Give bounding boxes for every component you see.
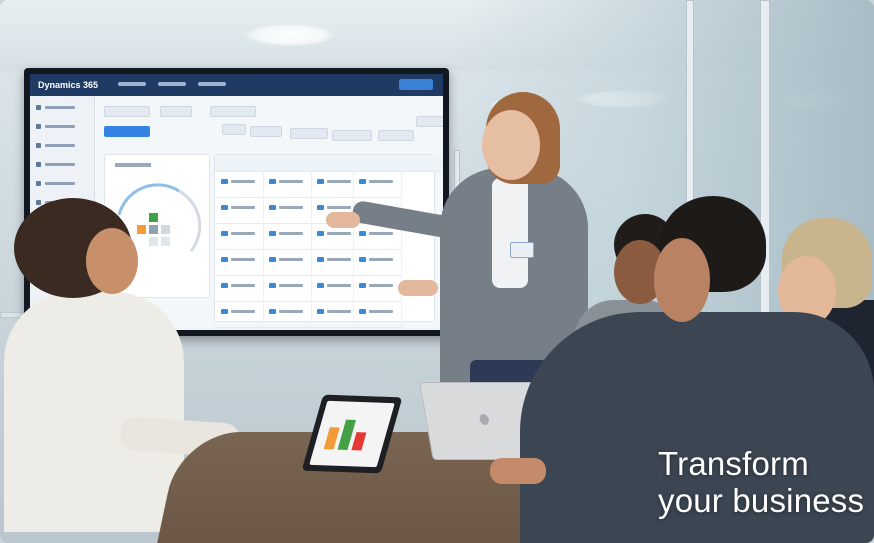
dashboard-grid	[214, 154, 443, 328]
ceiling-light-icon	[246, 24, 334, 46]
left-attendee-face	[86, 228, 138, 294]
ribbon-primary-button	[104, 126, 150, 137]
presenter-hand	[326, 212, 360, 228]
name-badge	[510, 242, 534, 258]
tagline: Transform your business	[658, 445, 870, 519]
app-header: Dynamics 365	[30, 74, 443, 96]
presenter-face	[482, 110, 540, 180]
presenter-hand	[398, 280, 438, 296]
header-action-button	[399, 79, 433, 90]
app-ribbon	[100, 102, 443, 146]
meeting-room-photo: Dynamics 365 Transform your business	[0, 0, 874, 543]
app-top-nav	[118, 82, 226, 86]
foreground-attendee-hand	[490, 458, 546, 484]
apple-logo-icon	[478, 414, 490, 425]
foreground-attendee-face	[654, 238, 710, 322]
left-attendee-blouse	[4, 292, 184, 532]
presenter-shirt	[492, 178, 528, 288]
app-title: Dynamics 365	[38, 80, 99, 90]
tablet-screen	[309, 400, 395, 468]
tagline-line-1: Transform	[658, 445, 809, 482]
tagline-line-2: your business	[658, 482, 865, 519]
